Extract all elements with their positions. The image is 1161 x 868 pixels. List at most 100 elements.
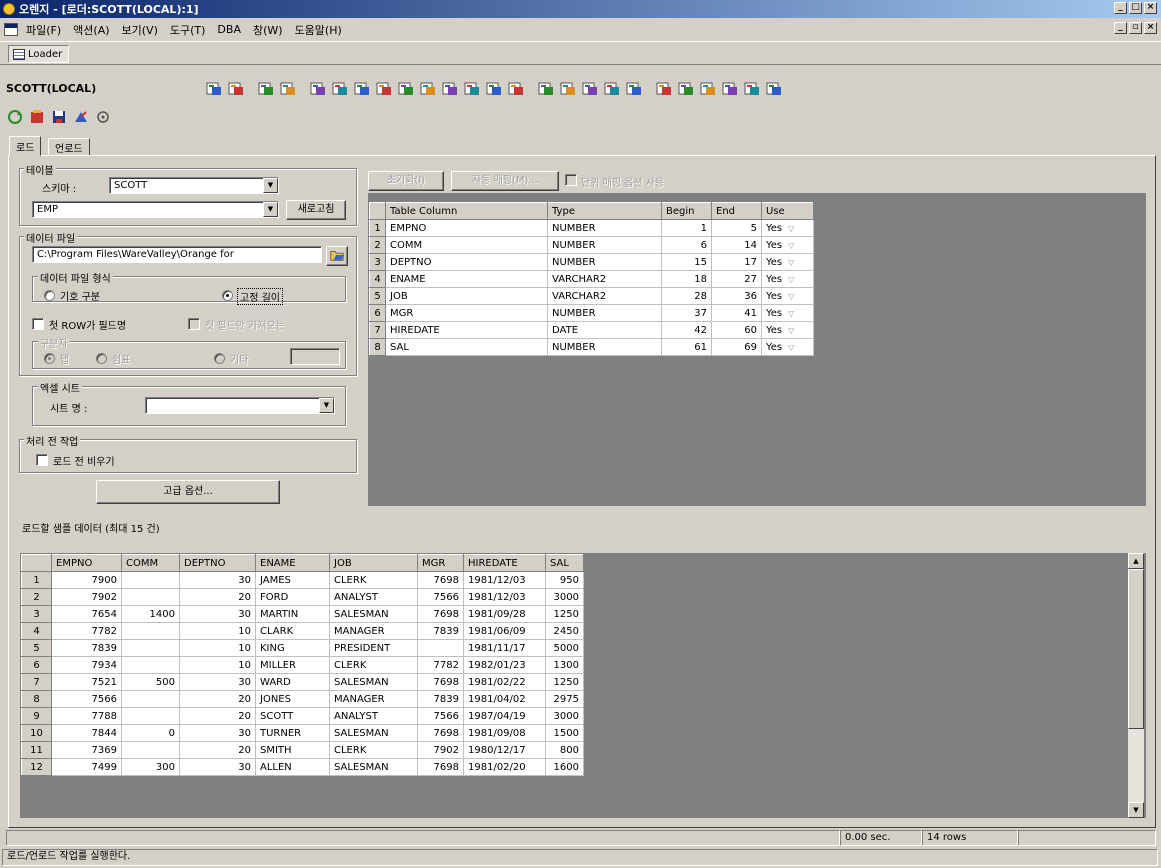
- sample-cell-sal[interactable]: 3000: [545, 707, 584, 725]
- mapping-header-table-column[interactable]: Table Column: [385, 202, 548, 220]
- use-cell[interactable]: Yes ▽: [761, 236, 814, 254]
- chevron-down-icon[interactable]: ▽: [788, 258, 794, 267]
- menu-tools[interactable]: 도구(T): [164, 22, 212, 38]
- sample-cell-comm[interactable]: 500: [121, 673, 180, 691]
- mdi-close-button[interactable]: ×: [1144, 22, 1157, 34]
- use-cell[interactable]: Yes ▽: [761, 270, 814, 288]
- sample-cell-sal[interactable]: 950: [545, 571, 584, 589]
- table-row[interactable]: 3 7654 1400 30 MARTIN SALESMAN 7698 1981/09/28 1…: [21, 605, 584, 623]
- sample-header-sal[interactable]: SAL: [545, 554, 584, 572]
- sample-header-mgr[interactable]: MGR: [417, 554, 464, 572]
- begin-cell[interactable]: 1: [661, 219, 712, 237]
- sample-header-hiredate[interactable]: HIREDATE: [463, 554, 546, 572]
- end-cell[interactable]: 36: [711, 287, 762, 305]
- sample-cell-ename[interactable]: JONES: [255, 690, 330, 708]
- scroll-thumb[interactable]: [1128, 569, 1144, 729]
- sample-cell-ename[interactable]: MARTIN: [255, 605, 330, 623]
- sample-cell-ename[interactable]: MILLER: [255, 656, 330, 674]
- sample-cell-comm[interactable]: 0: [121, 724, 180, 742]
- sample-cell-deptno[interactable]: 20: [179, 741, 256, 759]
- sample-cell-comm[interactable]: [121, 588, 180, 606]
- menu-dba[interactable]: DBA: [211, 23, 247, 36]
- first-field-only-checkbox[interactable]: [188, 318, 200, 330]
- sample-cell-hiredate[interactable]: 1980/12/17: [463, 741, 546, 759]
- outdent-icon[interactable]: [279, 80, 297, 98]
- sample-cell-mgr[interactable]: 7839: [417, 690, 464, 708]
- first-row-fieldnames-checkbox[interactable]: [32, 318, 44, 330]
- run-step-icon[interactable]: [227, 80, 245, 98]
- save-icon[interactable]: [50, 108, 68, 126]
- sample-cell-empno[interactable]: 7654: [51, 605, 122, 623]
- sample-cell-empno[interactable]: 7782: [51, 622, 122, 640]
- sample-cell-job[interactable]: CLERK: [329, 571, 418, 589]
- table-row[interactable]: 10 7844 0 30 TURNER SALESMAN 7698 1981/09/08 150…: [21, 724, 584, 742]
- sample-cell-deptno[interactable]: 30: [179, 571, 256, 589]
- sample-cell-sal[interactable]: 1500: [545, 724, 584, 742]
- sample-cell-comm[interactable]: [121, 707, 180, 725]
- scroll-down-icon[interactable]: ▼: [1128, 802, 1144, 818]
- export-icon[interactable]: [507, 80, 525, 98]
- chevron-down-icon[interactable]: ▽: [788, 343, 794, 352]
- sample-cell-sal[interactable]: 1300: [545, 656, 584, 674]
- type-cell[interactable]: VARCHAR2: [547, 287, 662, 305]
- sample-cell-ename[interactable]: FORD: [255, 588, 330, 606]
- sample-cell-job[interactable]: SALESMAN: [329, 605, 418, 623]
- chevron-down-icon[interactable]: ▽: [788, 275, 794, 284]
- sample-header-empno[interactable]: EMPNO: [51, 554, 122, 572]
- type-cell[interactable]: NUMBER: [547, 304, 662, 322]
- browse-file-button[interactable]: [326, 246, 348, 266]
- begin-cell[interactable]: 61: [661, 338, 712, 356]
- mapping-row[interactable]: 3 DEPTNO NUMBER 15 17 Yes ▽: [369, 253, 814, 271]
- sample-cell-empno[interactable]: 7902: [51, 588, 122, 606]
- execute-icon[interactable]: [72, 108, 90, 126]
- window-tab-loader[interactable]: Loader: [8, 45, 70, 63]
- sample-cell-empno[interactable]: 7934: [51, 656, 122, 674]
- begin-cell[interactable]: 18: [661, 270, 712, 288]
- run-icon[interactable]: [205, 80, 223, 98]
- sql-icon[interactable]: [397, 80, 415, 98]
- indent-icon[interactable]: [257, 80, 275, 98]
- sample-cell-deptno[interactable]: 20: [179, 707, 256, 725]
- sample-cell-sal[interactable]: 1250: [545, 605, 584, 623]
- sample-cell-comm[interactable]: 1400: [121, 605, 180, 623]
- sample-cell-ename[interactable]: WARD: [255, 673, 330, 691]
- sample-cell-mgr[interactable]: 7698: [417, 571, 464, 589]
- table-row[interactable]: 8 7566 20 JONES MANAGER 7839 1981/04/02 2975: [21, 690, 584, 708]
- sample-cell-deptno[interactable]: 30: [179, 758, 256, 776]
- sample-cell-empno[interactable]: 7566: [51, 690, 122, 708]
- chart-icon[interactable]: [485, 80, 503, 98]
- sample-cell-comm[interactable]: 300: [121, 758, 180, 776]
- sample-header-comm[interactable]: COMM: [121, 554, 180, 572]
- sample-cell-comm[interactable]: [121, 639, 180, 657]
- db-icon[interactable]: [603, 80, 621, 98]
- tab-load[interactable]: 로드: [9, 136, 42, 156]
- chevron-down-icon[interactable]: ▽: [788, 292, 794, 301]
- sample-cell-mgr[interactable]: [417, 639, 464, 657]
- column-name-cell[interactable]: EMPNO: [385, 219, 548, 237]
- sheet-name-select[interactable]: ▼: [145, 397, 335, 414]
- column-name-cell[interactable]: COMM: [385, 236, 548, 254]
- mdi-minimize-button[interactable]: _: [1114, 22, 1127, 34]
- column-name-cell[interactable]: JOB: [385, 287, 548, 305]
- storage-icon[interactable]: [677, 80, 695, 98]
- sample-cell-ename[interactable]: SCOTT: [255, 707, 330, 725]
- sample-cell-mgr[interactable]: 7698: [417, 673, 464, 691]
- sample-cell-hiredate[interactable]: 1982/01/23: [463, 656, 546, 674]
- table-row[interactable]: 6 7934 10 MILLER CLERK 7782 1982/01/23 1300: [21, 656, 584, 674]
- explain-plan-icon[interactable]: [309, 80, 327, 98]
- table-row[interactable]: 2 7902 20 FORD ANALYST 7566 1981/12/03 3000: [21, 588, 584, 606]
- table-row[interactable]: 1 7900 30 JAMES CLERK 7698 1981/12/03 950: [21, 571, 584, 589]
- close-button[interactable]: ×: [1144, 2, 1157, 14]
- radio-delimited[interactable]: [44, 290, 55, 301]
- session-icon[interactable]: [559, 80, 577, 98]
- unit-mapping-checkbox[interactable]: [565, 174, 577, 186]
- type-cell[interactable]: NUMBER: [547, 253, 662, 271]
- table-row[interactable]: 7 7521 500 30 WARD SALESMAN 7698 1981/02/22 1250: [21, 673, 584, 691]
- help-icon[interactable]: [765, 80, 783, 98]
- use-cell[interactable]: Yes ▽: [761, 253, 814, 271]
- sample-cell-mgr[interactable]: 7566: [417, 707, 464, 725]
- sample-cell-hiredate[interactable]: 1981/11/17: [463, 639, 546, 657]
- sample-cell-hiredate[interactable]: 1981/12/03: [463, 571, 546, 589]
- sample-cell-mgr[interactable]: 7698: [417, 758, 464, 776]
- import-icon[interactable]: [537, 80, 555, 98]
